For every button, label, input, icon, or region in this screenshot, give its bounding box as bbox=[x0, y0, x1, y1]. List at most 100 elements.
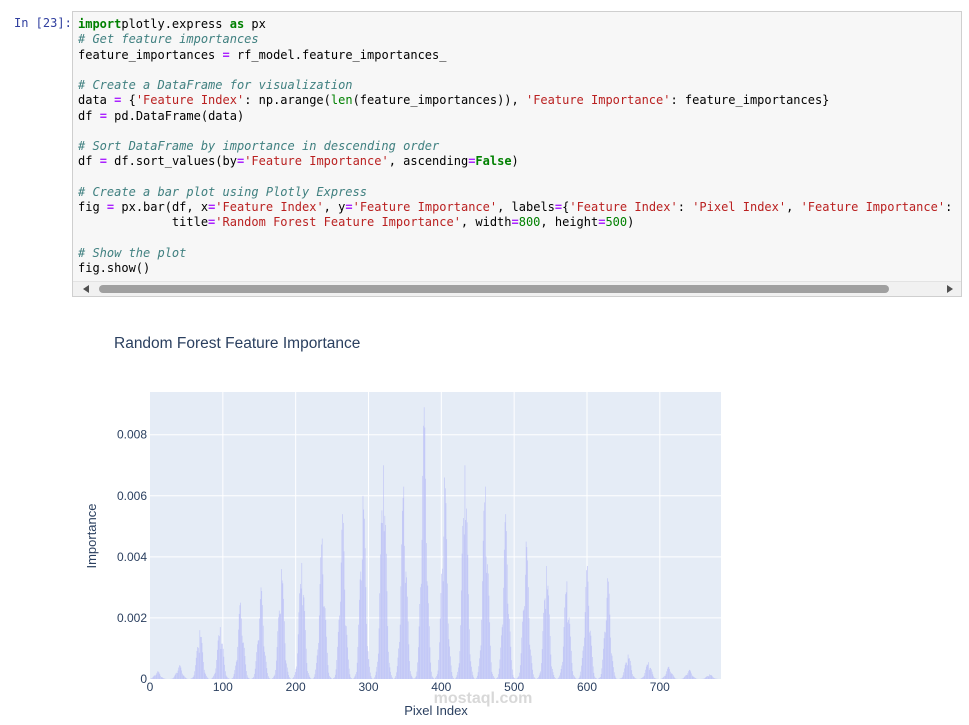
feature-bar[interactable] bbox=[314, 677, 315, 679]
feature-bar[interactable] bbox=[483, 541, 484, 679]
feature-bar[interactable] bbox=[690, 670, 691, 679]
feature-bar[interactable] bbox=[600, 677, 601, 679]
feature-bar[interactable] bbox=[507, 565, 508, 679]
feature-bar[interactable] bbox=[575, 678, 576, 679]
feature-bar[interactable] bbox=[340, 602, 341, 679]
feature-bar[interactable] bbox=[520, 665, 521, 679]
feature-bar[interactable] bbox=[511, 647, 512, 679]
feature-bar[interactable] bbox=[163, 678, 164, 679]
feature-bar[interactable] bbox=[221, 644, 222, 679]
feature-bar[interactable] bbox=[275, 670, 276, 679]
feature-bar[interactable] bbox=[216, 668, 217, 679]
feature-bar[interactable] bbox=[232, 678, 233, 679]
feature-bar[interactable] bbox=[626, 663, 627, 679]
feature-bar[interactable] bbox=[353, 678, 354, 679]
feature-bar[interactable] bbox=[417, 662, 418, 679]
feature-bar[interactable] bbox=[477, 676, 478, 679]
feature-bar[interactable] bbox=[456, 677, 457, 679]
feature-bar[interactable] bbox=[330, 677, 331, 679]
feature-bar[interactable] bbox=[238, 630, 239, 679]
feature-bar[interactable] bbox=[487, 564, 488, 679]
feature-bar[interactable] bbox=[430, 663, 431, 679]
feature-bar[interactable] bbox=[709, 674, 710, 679]
feature-bar[interactable] bbox=[333, 678, 334, 679]
feature-bar[interactable] bbox=[241, 618, 242, 679]
feature-bar[interactable] bbox=[442, 569, 443, 679]
feature-bar[interactable] bbox=[441, 593, 442, 679]
feature-bar[interactable] bbox=[670, 672, 671, 679]
feature-bar[interactable] bbox=[328, 673, 329, 679]
feature-bar[interactable] bbox=[653, 674, 654, 679]
feature-bar[interactable] bbox=[513, 677, 514, 679]
feature-bar[interactable] bbox=[654, 678, 655, 679]
feature-bar[interactable] bbox=[641, 678, 642, 679]
feature-bar[interactable] bbox=[655, 678, 656, 679]
feature-bar[interactable] bbox=[212, 678, 213, 679]
feature-bar[interactable] bbox=[265, 656, 266, 679]
feature-bar[interactable] bbox=[492, 672, 493, 679]
feature-bar[interactable] bbox=[436, 676, 437, 679]
feature-bar[interactable] bbox=[531, 656, 532, 679]
feature-bar[interactable] bbox=[594, 676, 595, 679]
feature-bar[interactable] bbox=[239, 614, 240, 679]
feature-bar[interactable] bbox=[244, 648, 245, 679]
feature-bar[interactable] bbox=[205, 673, 206, 679]
feature-bar[interactable] bbox=[305, 630, 306, 679]
feature-bar[interactable] bbox=[526, 542, 527, 679]
feature-bar[interactable] bbox=[603, 649, 604, 679]
feature-bar[interactable] bbox=[584, 638, 585, 679]
feature-bar[interactable] bbox=[502, 627, 503, 679]
feature-bar[interactable] bbox=[519, 676, 520, 679]
feature-bar[interactable] bbox=[602, 668, 603, 679]
feature-bar[interactable] bbox=[320, 584, 321, 679]
feature-bar[interactable] bbox=[484, 502, 485, 679]
feature-bar[interactable] bbox=[159, 674, 160, 679]
feature-bar[interactable] bbox=[508, 614, 509, 679]
feature-bar[interactable] bbox=[465, 465, 466, 679]
feature-bar[interactable] bbox=[293, 678, 294, 679]
feature-bar[interactable] bbox=[631, 665, 632, 679]
feature-bar[interactable] bbox=[296, 666, 297, 679]
feature-bar[interactable] bbox=[504, 550, 505, 679]
feature-bar[interactable] bbox=[416, 676, 417, 679]
feature-bar[interactable] bbox=[283, 583, 284, 679]
feature-bar[interactable] bbox=[283, 599, 284, 679]
feature-bar[interactable] bbox=[398, 648, 399, 679]
feature-bar[interactable] bbox=[648, 662, 649, 679]
feature-bar[interactable] bbox=[398, 658, 399, 679]
feature-bar[interactable] bbox=[348, 660, 349, 679]
feature-bar[interactable] bbox=[342, 514, 343, 679]
feature-bar[interactable] bbox=[525, 575, 526, 679]
feature-bar[interactable] bbox=[318, 650, 319, 679]
feature-bar[interactable] bbox=[567, 622, 568, 679]
feature-bar[interactable] bbox=[160, 676, 161, 679]
feature-bar[interactable] bbox=[687, 675, 688, 679]
feature-bar[interactable] bbox=[684, 677, 685, 679]
feature-bar[interactable] bbox=[282, 580, 283, 679]
feature-bar[interactable] bbox=[666, 671, 667, 679]
feature-bar[interactable] bbox=[269, 678, 270, 679]
feature-bar[interactable] bbox=[498, 674, 499, 679]
feature-bar[interactable] bbox=[359, 600, 360, 679]
feature-bar[interactable] bbox=[529, 645, 530, 679]
feature-bar[interactable] bbox=[403, 498, 404, 679]
feature-bar[interactable] bbox=[468, 594, 469, 679]
feature-bar[interactable] bbox=[712, 677, 713, 679]
feature-bar[interactable] bbox=[294, 675, 295, 679]
feature-bar[interactable] bbox=[406, 577, 407, 679]
feature-bar[interactable] bbox=[691, 673, 692, 679]
feature-bar[interactable] bbox=[215, 673, 216, 679]
feature-bar[interactable] bbox=[580, 676, 581, 679]
feature-bar[interactable] bbox=[704, 678, 705, 679]
feature-bar[interactable] bbox=[437, 674, 438, 679]
feature-bar[interactable] bbox=[195, 665, 196, 679]
feature-bar[interactable] bbox=[687, 673, 688, 679]
feature-bar[interactable] bbox=[706, 676, 707, 679]
feature-bar[interactable] bbox=[668, 667, 669, 679]
feature-bar[interactable] bbox=[415, 677, 416, 679]
feature-bar[interactable] bbox=[315, 670, 316, 679]
feature-bar[interactable] bbox=[216, 660, 217, 679]
feature-bar[interactable] bbox=[334, 677, 335, 679]
feature-bar[interactable] bbox=[156, 675, 157, 679]
feature-bar[interactable] bbox=[551, 666, 552, 679]
